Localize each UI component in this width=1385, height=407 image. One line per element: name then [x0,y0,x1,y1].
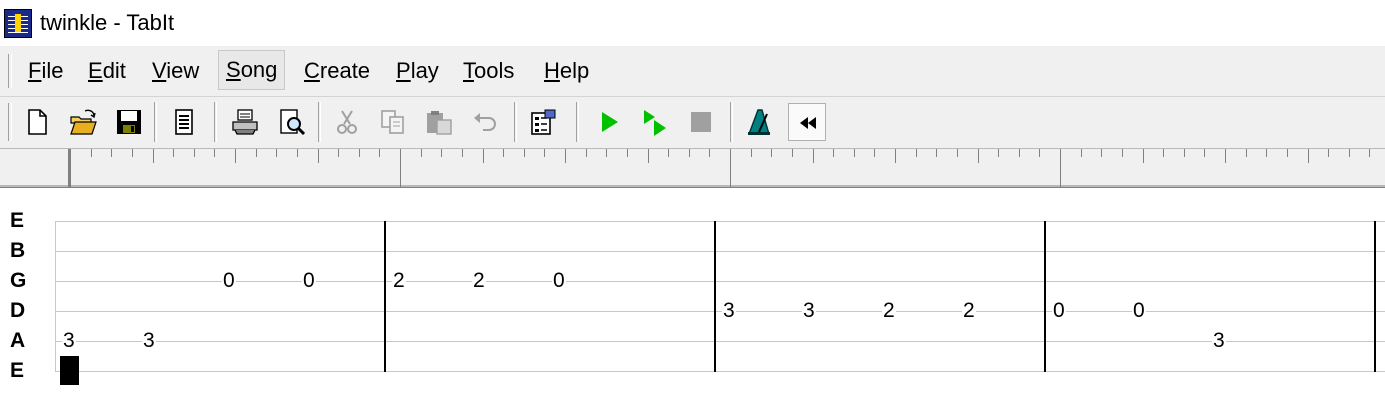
tab-note[interactable]: 3 [62,330,76,352]
cut-icon [337,110,357,134]
toolbar-separator [576,102,579,142]
menu-song[interactable]: Song [218,50,286,90]
tab-note[interactable]: 2 [882,300,896,322]
tab-staff [55,221,1385,372]
play-button[interactable] [590,103,628,141]
menu-tools-label: ools [474,58,515,83]
menu-help[interactable]: Help [537,56,596,86]
tab-note[interactable]: 0 [552,270,566,292]
print-preview-button[interactable] [272,103,310,141]
play-from-cursor-icon [644,110,666,136]
tab-edit-cursor [60,356,79,385]
tab-editor[interactable]: EBGDAE 33002203322003 [0,188,1385,407]
menu-create[interactable]: Create [297,56,377,86]
undo-button[interactable] [466,103,504,141]
tab-note[interactable]: 3 [1212,330,1226,352]
save-disk-button[interactable] [110,103,148,141]
menu-help-accelerator: H [544,58,560,83]
rewind-icon [800,117,816,129]
string-label: G [10,269,27,292]
tab-note[interactable]: 0 [1052,300,1066,322]
open-folder-icon [70,109,97,135]
tabit-app-icon[interactable] [4,9,32,38]
toolbar-separator [154,102,157,142]
menu-file[interactable]: File [21,56,70,86]
menu-tools[interactable]: Tools [456,56,521,86]
title-bar: twinkle - TabIt [0,0,1385,46]
paste-icon [427,111,452,135]
new-document-icon [28,109,47,135]
stop-icon [691,112,711,132]
tab-note[interactable]: 2 [472,270,486,292]
window-title: twinkle - TabIt [40,10,175,35]
menu-play-label: lay [410,58,439,83]
menubar-grip[interactable] [8,54,12,88]
tab-note[interactable]: 3 [142,330,156,352]
menu-create-label: reate [319,58,371,83]
string-label: E [10,359,25,382]
string-label: E [10,209,25,232]
menu-view-label: iew [166,58,200,83]
cut-button[interactable] [328,103,366,141]
stop-button[interactable] [682,103,720,141]
toolbar-separator [318,102,321,142]
toolbar-grip[interactable] [8,103,12,141]
string-label: B [10,239,26,262]
play-icon [602,112,618,132]
menu-help-label: elp [559,58,590,83]
menu-create-accelerator: C [304,58,320,83]
save-disk-icon [117,110,141,134]
menu-view[interactable]: View [145,56,206,86]
menu-edit-accelerator: E [88,58,103,83]
tab-note[interactable]: 0 [1132,300,1146,322]
tab-note[interactable]: 2 [962,300,976,322]
menu-view-accelerator: V [152,58,167,83]
play-from-cursor-button[interactable] [636,103,674,141]
copy-button[interactable] [374,103,412,141]
menu-play[interactable]: Play [389,56,446,86]
tab-note[interactable]: 3 [722,300,736,322]
string-label: D [10,299,26,322]
toolbar-separator [214,102,217,142]
open-folder-button[interactable] [64,103,102,141]
song-properties-button[interactable] [166,103,204,141]
ruler[interactable] [0,149,1385,188]
settings-icon [531,109,556,135]
metronome-icon [747,109,770,135]
menu-play-accelerator: P [396,58,411,83]
copy-icon [381,110,404,134]
toolbar-separator [730,102,733,142]
new-document-button[interactable] [18,103,56,141]
menu-song-accelerator: S [226,57,241,82]
menu-bar: File Edit View Song Create Play Tools Help [0,46,1385,97]
toolbar [0,97,1385,149]
toolbar-separator [514,102,517,142]
menu-tools-accelerator: T [463,58,474,83]
tab-note[interactable]: 0 [302,270,316,292]
settings-button[interactable] [524,103,562,141]
rewind-button[interactable] [788,103,826,141]
print-button[interactable] [226,103,264,141]
print-preview-icon [280,109,305,136]
menu-edit[interactable]: Edit [81,56,133,86]
undo-icon [474,113,496,131]
menu-song-label: ong [240,57,278,82]
paste-button[interactable] [420,103,458,141]
menu-file-accelerator: F [28,58,42,83]
tab-note[interactable]: 0 [222,270,236,292]
tab-note[interactable]: 2 [392,270,406,292]
print-icon [232,109,258,135]
menu-file-label: ile [41,58,64,83]
menu-edit-label: dit [102,58,126,83]
metronome-button[interactable] [740,103,778,141]
string-label: A [10,329,26,352]
tab-note[interactable]: 3 [802,300,816,322]
ruler-ticks [0,149,1385,187]
song-properties-icon [175,109,193,135]
